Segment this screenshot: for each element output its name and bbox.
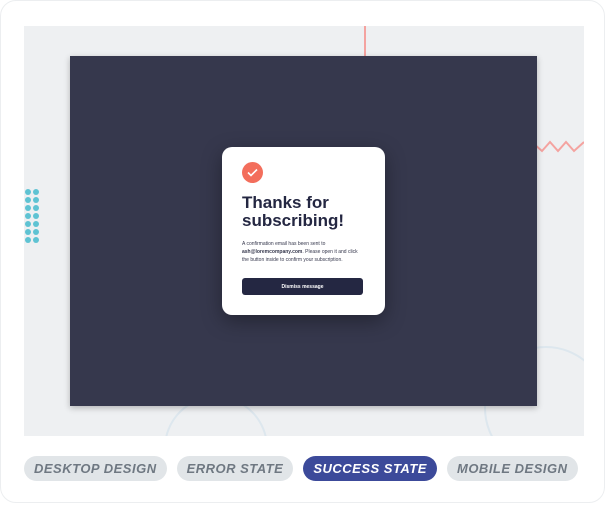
- email-address: ash@loremcompany.com: [242, 249, 303, 255]
- state-tabs: DESKTOP DESIGN ERROR STATE SUCCESS STATE…: [24, 456, 578, 481]
- tab-error-state[interactable]: ERROR STATE: [176, 456, 294, 481]
- decorative-line: [364, 26, 366, 56]
- design-preview-card: Thanks for subscribing! A confirmation e…: [0, 0, 605, 503]
- tab-success-state[interactable]: SUCCESS STATE: [303, 456, 437, 481]
- modal-body: A confirmation email has been sent to as…: [242, 240, 365, 264]
- decorative-zigzag-icon: [534, 140, 584, 153]
- check-icon: [242, 162, 263, 183]
- tab-mobile-design[interactable]: MOBILE DESIGN: [446, 456, 578, 481]
- decorative-dots-icon: [25, 189, 39, 243]
- tab-desktop-design[interactable]: DESKTOP DESIGN: [24, 456, 167, 481]
- body-prefix: A confirmation email has been sent to: [242, 241, 326, 247]
- dismiss-button[interactable]: Dismiss message: [242, 278, 363, 295]
- modal-title: Thanks for subscribing!: [242, 193, 345, 230]
- modal-overlay: Thanks for subscribing! A confirmation e…: [70, 56, 537, 406]
- preview-screenshot: Thanks for subscribing! A confirmation e…: [24, 26, 584, 436]
- success-modal: Thanks for subscribing! A confirmation e…: [222, 147, 385, 315]
